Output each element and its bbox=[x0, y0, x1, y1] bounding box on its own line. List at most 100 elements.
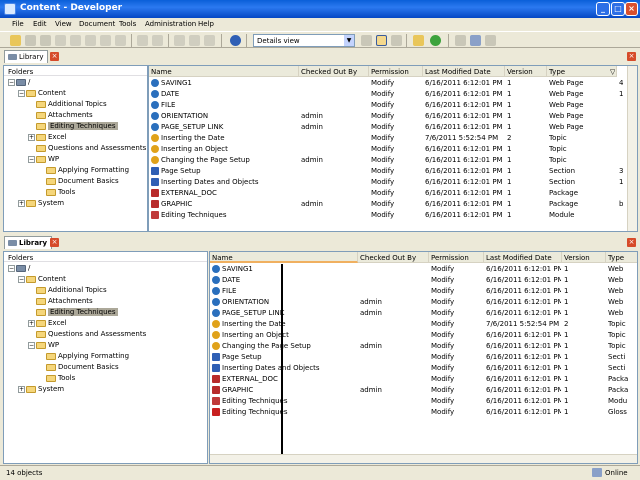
tree-node[interactable]: − / bbox=[8, 78, 30, 89]
collapse-icon[interactable]: − bbox=[18, 275, 25, 283]
table-row[interactable]: Inserting an Object Modify 6/16/2011 6:12:… bbox=[149, 144, 617, 155]
table-row[interactable]: Inserting the Date Modify 7/6/2011 5:52:54… bbox=[210, 319, 637, 330]
table-row[interactable]: PAGE_SETUP LINK admin Modify 6/16/2011 6:12… bbox=[149, 122, 617, 133]
collapse-icon[interactable]: − bbox=[8, 264, 15, 272]
table-row[interactable]: DATE Modify 6/16/2011 6:12:01 PM 1 Web bbox=[210, 275, 637, 286]
table-row[interactable]: ORIENTATION admin Modify 6/16/2011 6:12:01 … bbox=[210, 297, 637, 308]
menu-help[interactable]: Help bbox=[198, 20, 214, 28]
table-row[interactable]: Editing Techniques Modify 6/16/2011 6:12:0… bbox=[210, 396, 637, 407]
replace-icon[interactable] bbox=[189, 35, 200, 46]
tree-node[interactable]: Editing Techniques bbox=[28, 308, 118, 319]
table-row[interactable]: Changing the Page Setup admin Modify 6/16/2… bbox=[149, 155, 617, 166]
menu-document[interactable]: Document bbox=[79, 20, 115, 28]
tree-node[interactable]: Tools bbox=[38, 188, 75, 199]
tree-node[interactable]: Document Basics bbox=[38, 363, 119, 374]
filter-icon[interactable] bbox=[455, 35, 466, 46]
collapse-icon[interactable]: − bbox=[18, 89, 25, 97]
tree-node[interactable]: Questions and Assessments bbox=[28, 330, 146, 341]
close-button[interactable]: × bbox=[625, 2, 638, 16]
tree-node[interactable]: + Excel bbox=[28, 133, 67, 144]
column-header-checked-out-by[interactable]: Checked Out By bbox=[358, 252, 429, 263]
column-header-last-modified-date[interactable]: Last Modified Date bbox=[484, 252, 562, 263]
table-row[interactable]: Editing Techniques Modify 6/16/2011 6:12:0… bbox=[210, 407, 637, 418]
table-row[interactable]: Editing Techniques Modify 6/16/2011 6:12:0… bbox=[149, 210, 617, 221]
tree-node[interactable]: + Excel bbox=[28, 319, 67, 330]
maximize-button[interactable]: □ bbox=[611, 2, 625, 16]
refresh-icon[interactable] bbox=[430, 35, 441, 46]
save-icon[interactable] bbox=[25, 35, 36, 46]
tree-node[interactable]: Attachments bbox=[28, 297, 93, 308]
column-header-last-modified-date[interactable]: Last Modified Date bbox=[423, 66, 505, 77]
tree-node[interactable]: − / bbox=[8, 264, 30, 275]
view-select[interactable]: Details view ▼ bbox=[253, 34, 355, 47]
column-header-version[interactable]: Version bbox=[505, 66, 547, 77]
expand-icon[interactable]: + bbox=[18, 385, 25, 393]
delete-icon[interactable] bbox=[115, 35, 126, 46]
table-row[interactable]: EXTERNAL_DOC Modify 6/16/2011 6:12:01 PM 1 P… bbox=[210, 374, 637, 385]
column-header-checked-out-by[interactable]: Checked Out By bbox=[299, 66, 369, 77]
table-row[interactable]: GRAPHIC admin Modify 6/16/2011 6:12:01 PM 1 P… bbox=[210, 385, 637, 396]
properties-icon[interactable] bbox=[413, 35, 424, 46]
tree-node[interactable]: Document Basics bbox=[38, 177, 119, 188]
table-row[interactable]: FILE Modify 6/16/2011 6:12:01 PM 1 Web Page bbox=[149, 100, 617, 111]
table-row[interactable]: GRAPHIC admin Modify 6/16/2011 6:12:01 PM 1 P… bbox=[149, 199, 623, 210]
menu-administration[interactable]: Administration bbox=[145, 20, 196, 28]
menu-edit[interactable]: Edit bbox=[33, 20, 47, 28]
filter-icon[interactable]: ▽ bbox=[610, 68, 615, 76]
collapse-icon[interactable]: − bbox=[8, 78, 15, 86]
tree-node[interactable]: + System bbox=[18, 199, 64, 210]
close-pane-icon[interactable]: × bbox=[627, 238, 636, 247]
table-row[interactable]: Inserting an Object Modify 6/16/2011 6:12:… bbox=[210, 330, 637, 341]
tree-node[interactable]: + System bbox=[18, 385, 64, 396]
tree-node[interactable]: Questions and Assessments bbox=[28, 144, 146, 155]
table-row[interactable]: DATE Modify 6/16/2011 6:12:01 PM 1 Web Page 1 bbox=[149, 89, 623, 100]
expand-icon[interactable]: + bbox=[28, 319, 35, 327]
column-header-name[interactable]: Name bbox=[210, 252, 358, 263]
help-icon[interactable] bbox=[230, 35, 241, 46]
table-row[interactable]: SAVING1 Modify 6/16/2011 6:12:01 PM 1 Web bbox=[210, 264, 637, 275]
tab-library[interactable]: Library bbox=[4, 236, 53, 249]
table-row[interactable]: PAGE_SETUP LINK admin Modify 6/16/2011 6:12… bbox=[210, 308, 637, 319]
layout-single-icon[interactable] bbox=[361, 35, 372, 46]
close-tab-icon[interactable]: × bbox=[50, 238, 59, 247]
more-icon[interactable] bbox=[485, 35, 496, 46]
expand-icon[interactable]: + bbox=[18, 199, 25, 207]
tree-node[interactable]: − WP bbox=[28, 155, 59, 166]
tree-node[interactable]: − Content bbox=[18, 275, 66, 286]
minimize-button[interactable]: _ bbox=[596, 2, 610, 16]
tree-node[interactable]: Additional Topics bbox=[28, 286, 107, 297]
table-row[interactable]: Page Setup Modify 6/16/2011 6:12:01 PM 1 Sec… bbox=[149, 166, 623, 177]
layout-split-horizontal-icon[interactable] bbox=[376, 35, 387, 46]
menu-file[interactable]: File bbox=[12, 20, 24, 28]
table-row[interactable]: Changing the Page Setup admin Modify 6/16/2… bbox=[210, 341, 637, 352]
table-row[interactable]: ORIENTATION admin Modify 6/16/2011 6:12:01 … bbox=[149, 111, 617, 122]
tree-node[interactable]: − Content bbox=[18, 89, 66, 100]
open-folder-icon[interactable] bbox=[10, 35, 21, 46]
tab-library[interactable]: Library bbox=[4, 50, 49, 63]
print-icon[interactable] bbox=[55, 35, 66, 46]
paste-icon[interactable] bbox=[100, 35, 111, 46]
menu-tools[interactable]: Tools bbox=[119, 20, 136, 28]
table-row[interactable]: Inserting Dates and Objects Modify 6/16/20… bbox=[149, 177, 623, 188]
column-header-permission[interactable]: Permission bbox=[429, 252, 484, 263]
tree-node[interactable]: Attachments bbox=[28, 111, 93, 122]
collapse-icon[interactable]: − bbox=[28, 155, 35, 163]
table-row[interactable]: Inserting the Date Modify 7/6/2011 5:52:54… bbox=[149, 133, 617, 144]
table-row[interactable]: Inserting Dates and Objects Modify 6/16/20… bbox=[210, 363, 637, 374]
table-row[interactable]: EXTERNAL_DOC Modify 6/16/2011 6:12:01 PM 1 P… bbox=[149, 188, 617, 199]
column-header-type[interactable]: Type bbox=[547, 66, 617, 77]
menu-view[interactable]: View bbox=[55, 20, 72, 28]
horizontal-scrollbar[interactable] bbox=[210, 454, 637, 463]
column-header-permission[interactable]: Permission bbox=[369, 66, 423, 77]
new-icon[interactable] bbox=[40, 35, 51, 46]
column-header-name[interactable]: Name bbox=[149, 66, 299, 77]
copy-icon[interactable] bbox=[85, 35, 96, 46]
table-row[interactable]: FILE Modify 6/16/2011 6:12:01 PM 1 Web bbox=[210, 286, 637, 297]
layout-split-vertical-icon[interactable] bbox=[391, 35, 402, 46]
tree-node[interactable]: Applying Formatting bbox=[38, 352, 129, 363]
close-tab-icon[interactable]: × bbox=[50, 52, 59, 61]
column-header-type[interactable]: Type bbox=[606, 252, 637, 263]
table-row[interactable]: Page Setup Modify 6/16/2011 6:12:01 PM 1 Sec… bbox=[210, 352, 637, 363]
collapse-icon[interactable]: − bbox=[28, 341, 35, 349]
close-pane-icon[interactable]: × bbox=[627, 52, 636, 61]
